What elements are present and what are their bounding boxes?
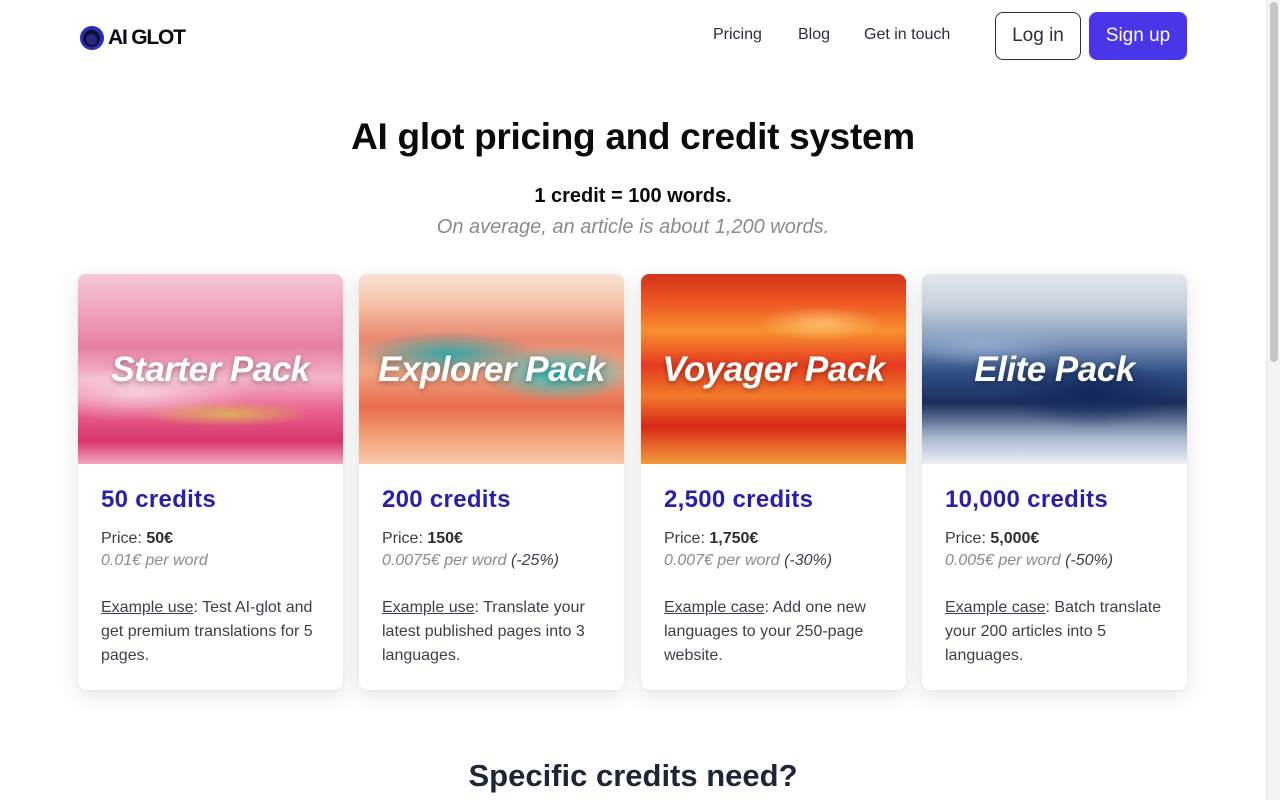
login-button[interactable]: Log in — [995, 12, 1081, 60]
per-word-price: 0.005€ per word (-50%) — [945, 552, 1170, 570]
logo-text: AI GLOT — [108, 26, 186, 49]
example-label: Example case — [945, 599, 1046, 616]
price-value: 50€ — [146, 530, 174, 547]
page-scrollbar[interactable] — [1266, 0, 1280, 800]
per-word-value: 0.01€ per word — [101, 552, 208, 569]
signup-button[interactable]: Sign up — [1089, 12, 1187, 60]
credits-amount: 200 credits — [382, 486, 511, 513]
per-word-value: 0.007€ per word — [664, 552, 780, 569]
price-line: Price: 1,750€ — [664, 530, 889, 548]
price-value: 150€ — [427, 530, 463, 547]
example-use: Example use: Test AI-glot and get premiu… — [101, 596, 326, 668]
specific-credits-heading: Specific credits need? — [468, 758, 798, 793]
pricing-card-elite[interactable]: Elite Pack 10,000 credits Price: 5,000€ … — [922, 274, 1187, 690]
card-body: 200 credits Price: 150€ 0.0075€ per word… — [382, 486, 607, 668]
site-header: AI GLOT Pricing Blog Get in touch Log in… — [0, 0, 1266, 72]
voyager-pack-image: Voyager Pack — [641, 274, 906, 464]
discount-badge: (-25%) — [510, 552, 559, 569]
per-word-price: 0.007€ per word (-30%) — [664, 552, 889, 570]
card-body: 2,500 credits Price: 1,750€ 0.007€ per w… — [664, 486, 889, 668]
price-label: Price: — [382, 530, 428, 547]
credits-amount: 2,500 credits — [664, 486, 814, 513]
price-label: Price: — [101, 530, 147, 547]
pricing-card-starter[interactable]: Starter Pack 50 credits Price: 50€ 0.01€… — [78, 274, 343, 690]
pack-name: Starter Pack — [111, 350, 310, 389]
starter-pack-image: Starter Pack — [78, 274, 343, 464]
explorer-pack-image: Explorer Pack — [359, 274, 624, 464]
example-use: Example use: Translate your latest publi… — [382, 596, 607, 668]
price-line: Price: 150€ — [382, 530, 607, 548]
example-label: Example use — [101, 599, 194, 616]
example-label: Example use — [382, 599, 475, 616]
credits-amount: 50 credits — [101, 486, 217, 513]
per-word-price: 0.01€ per word — [101, 552, 326, 570]
price-label: Price: — [945, 530, 991, 547]
page-title: AI glot pricing and credit system — [351, 116, 915, 157]
pricing-card-explorer[interactable]: Explorer Pack 200 credits Price: 150€ 0.… — [359, 274, 624, 690]
credit-definition: 1 credit = 100 words. — [534, 185, 732, 207]
credits-amount: 10,000 credits — [945, 486, 1108, 513]
price-label: Price: — [664, 530, 710, 547]
scrollbar-thumb[interactable] — [1270, 2, 1278, 362]
average-article-note: On average, an article is about 1,200 wo… — [436, 216, 830, 238]
example-label: Example case — [664, 599, 765, 616]
price-line: Price: 50€ — [101, 530, 326, 548]
per-word-price: 0.0075€ per word (-25%) — [382, 552, 607, 570]
pack-name: Elite Pack — [974, 350, 1135, 389]
pricing-card-voyager[interactable]: Voyager Pack 2,500 credits Price: 1,750€… — [641, 274, 906, 690]
discount-badge: (-30%) — [784, 552, 833, 569]
per-word-value: 0.0075€ per word — [382, 552, 507, 569]
card-body: 50 credits Price: 50€ 0.01€ per word Exa… — [101, 486, 326, 668]
example-use: Example case: Batch translate your 200 a… — [945, 596, 1170, 668]
per-word-value: 0.005€ per word — [945, 552, 1061, 569]
elite-pack-image: Elite Pack — [922, 274, 1187, 464]
price-value: 5,000€ — [990, 530, 1040, 547]
nav-get-in-touch[interactable]: Get in touch — [864, 26, 950, 44]
example-use: Example case: Add one new languages to y… — [664, 596, 889, 668]
price-value: 1,750€ — [709, 530, 759, 547]
discount-badge: (-50%) — [1065, 552, 1114, 569]
pack-name: Voyager Pack — [662, 350, 885, 389]
pack-name: Explorer Pack — [378, 350, 605, 389]
nav-blog[interactable]: Blog — [798, 26, 830, 44]
price-line: Price: 5,000€ — [945, 530, 1170, 548]
logo[interactable]: AI GLOT — [80, 26, 186, 50]
card-body: 10,000 credits Price: 5,000€ 0.005€ per … — [945, 486, 1170, 668]
nav-pricing[interactable]: Pricing — [713, 26, 762, 44]
logo-icon — [80, 26, 104, 50]
